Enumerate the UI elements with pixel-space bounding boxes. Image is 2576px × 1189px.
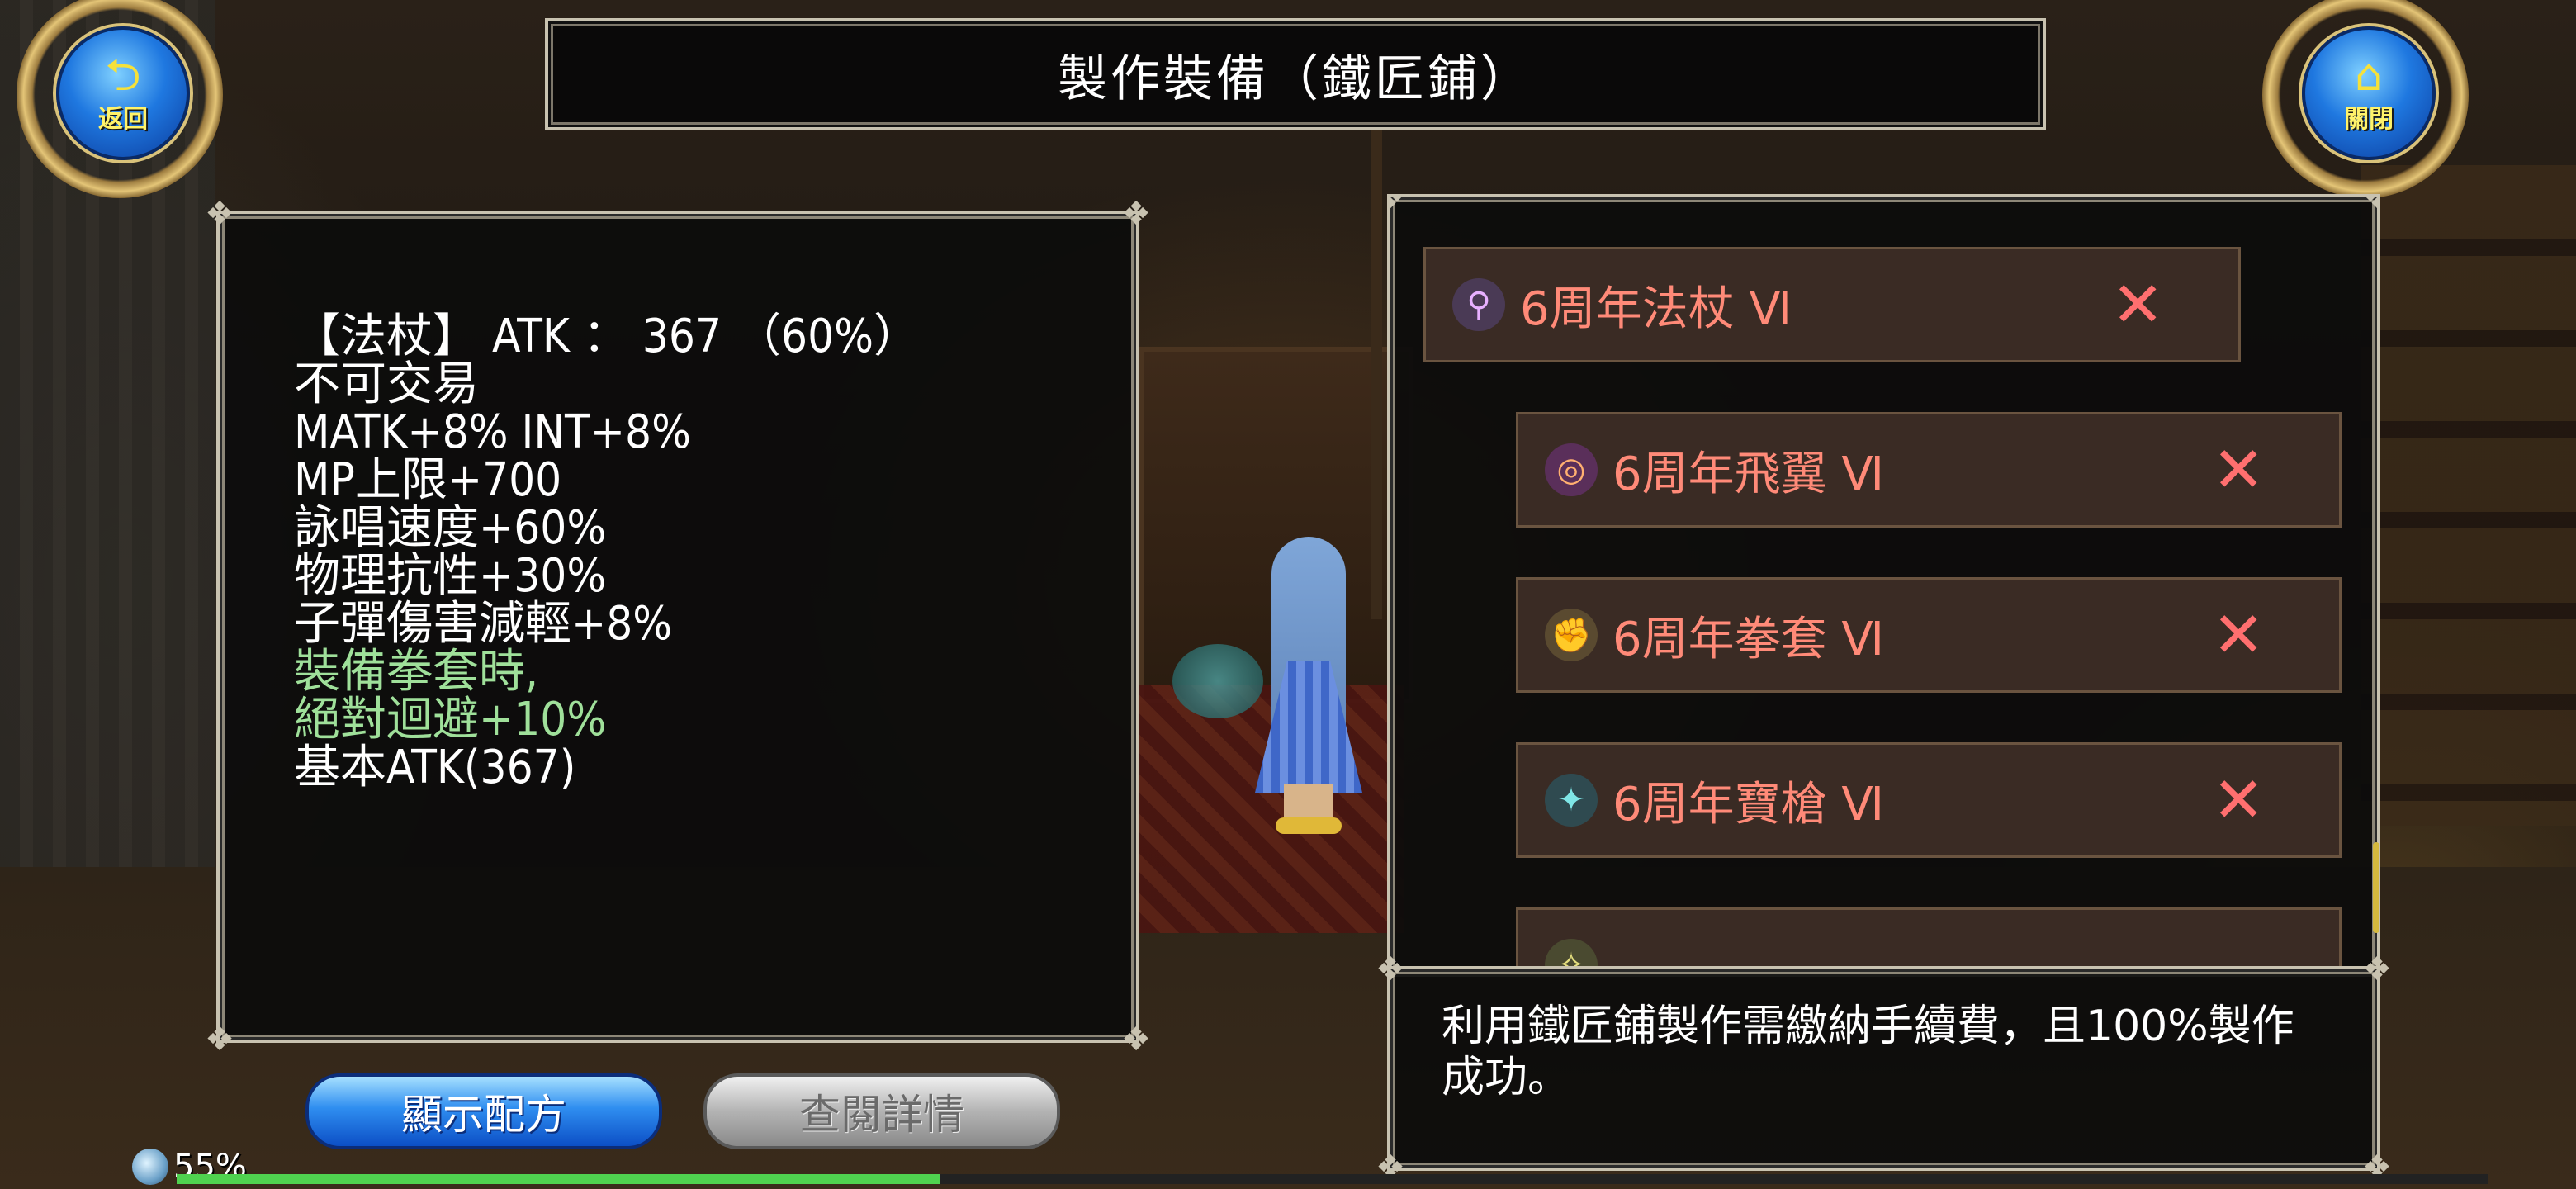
back-button-frame: ⮌ 返回 (17, 0, 223, 198)
corner-ornament: ❖ (2362, 950, 2392, 988)
stat-line: 子彈傷害減輕+8% (294, 597, 673, 651)
stat-line: 物理抗性+30% (294, 549, 607, 603)
list-item[interactable]: ⚲ 6周年法杖 Ⅵ ✕ (1423, 247, 2241, 362)
stat-line: MATK+8% INT+8% (294, 405, 691, 459)
list-item[interactable]: ◎ 6周年飛翼 Ⅵ ✕ (1516, 412, 2342, 528)
corner-ornament: ❖ (1121, 1021, 1151, 1059)
wing-icon: ◎ (1545, 443, 1598, 496)
staff-icon: ⚲ (1452, 278, 1505, 331)
back-button-label: 返回 (98, 105, 148, 134)
item-stats: 【法杖】 ATK ： 367 （60%） 不可交易 MATK+8% INT+8%… (294, 313, 920, 792)
corner-ornament: ❖ (1121, 195, 1151, 233)
character-shield (1172, 644, 1263, 718)
list-scrollbar[interactable] (2373, 842, 2379, 933)
exp-bar (177, 1174, 2488, 1184)
item-name: 6周年飛翼 Ⅵ (1612, 447, 1885, 501)
bonus-line: 絕對迴避+10% (294, 693, 607, 746)
stat-line: 不可交易 (294, 358, 479, 411)
corner-ornament: ❖ (205, 1021, 234, 1059)
item-name: 6周年寶槍 Ⅵ (1612, 777, 1885, 831)
list-item[interactable]: ✦ 6周年寶槍 Ⅵ ✕ (1516, 742, 2342, 858)
remove-icon[interactable]: ✕ (2212, 769, 2265, 831)
remove-icon[interactable]: ✕ (2212, 438, 2265, 501)
close-button-label: 關閉 (2344, 105, 2394, 134)
close-button[interactable]: ⌂ 關閉 (2302, 26, 2436, 160)
message-panel: ❖ ❖ ❖ ❖ 利用鐵匠鋪製作需繳納手續費，且100%製作成功。 (1376, 951, 2392, 1186)
show-recipe-button[interactable]: 顯示配方 (305, 1073, 662, 1149)
back-button[interactable]: ⮌ 返回 (56, 26, 190, 160)
home-icon: ⌂ (2354, 49, 2384, 101)
recipe-list-panel[interactable]: ⚲ 6周年法杖 Ⅵ ✕ ◎ 6周年飛翼 Ⅵ ✕ ✊ 6周年拳套 Ⅵ ✕ ✦ 6周… (1387, 194, 2380, 977)
right-shelf (2361, 165, 2576, 826)
corner-ornament: ❖ (1390, 197, 1409, 216)
info-message: 利用鐵匠鋪製作需繳納手續費，且100%製作成功。 (1442, 1002, 2294, 1102)
title-bar: 製作裝備（鐵匠鋪） (545, 18, 2046, 130)
list-item[interactable]: ✊ 6周年拳套 Ⅵ ✕ (1516, 577, 2342, 693)
return-arrow-icon: ⮌ (105, 49, 141, 101)
knuckle-icon: ✊ (1545, 609, 1598, 661)
page-title: 製作裝備（鐵匠鋪） (1058, 50, 1533, 108)
item-name: 6周年拳套 Ⅵ (1612, 612, 1885, 666)
remove-icon[interactable]: ✕ (2212, 604, 2265, 666)
item-name: 6周年法杖 Ⅵ (1520, 282, 1792, 336)
stat-line: 詠唱速度+60% (294, 501, 607, 555)
bonus-line: 裝備拳套時, (294, 645, 538, 699)
exp-bar-fill (177, 1174, 940, 1184)
gun-icon: ✦ (1545, 774, 1598, 827)
corner-ornament: ❖ (2359, 197, 2377, 216)
base-atk-line: 基本ATK(367) (294, 741, 576, 794)
exp-orb-icon (132, 1149, 168, 1185)
view-details-button[interactable]: 查閱詳情 (703, 1073, 1060, 1149)
stat-line: MP上限+700 (294, 453, 562, 507)
corner-ornament: ❖ (205, 195, 234, 233)
item-info-panel: ❖ ❖ ❖ ❖ 【法杖】 ATK ： 367 （60%） 不可交易 MATK+8… (205, 196, 1151, 1058)
corner-ornament: ❖ (1376, 950, 1405, 988)
item-header-line: 【法杖】 ATK ： 367 （60%） (294, 310, 920, 363)
player-character[interactable] (1172, 537, 1379, 834)
close-button-frame: ⌂ 關閉 (2262, 0, 2469, 198)
remove-icon[interactable]: ✕ (2111, 273, 2164, 336)
